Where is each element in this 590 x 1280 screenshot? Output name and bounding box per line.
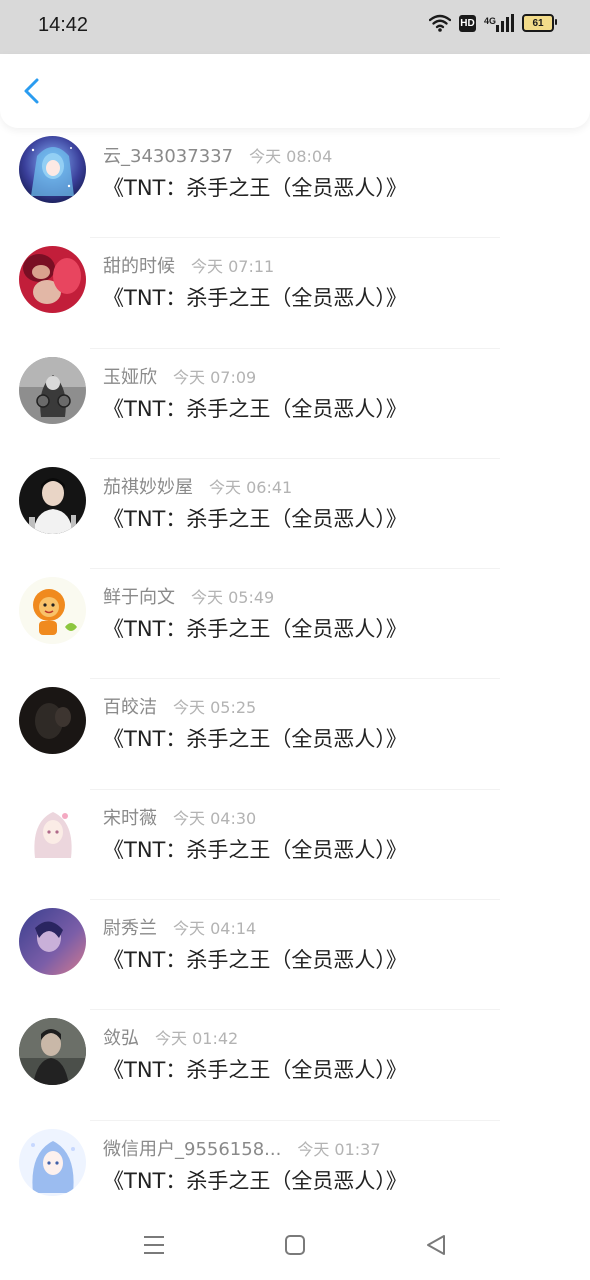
avatar[interactable]: [19, 136, 86, 203]
home-button[interactable]: [280, 1230, 310, 1260]
comment-text: 《TNT：杀手之王（全员恶人）》: [103, 948, 407, 973]
avatar[interactable]: [19, 246, 86, 314]
user-name[interactable]: 甜的时候: [103, 252, 175, 278]
avatar[interactable]: [19, 908, 86, 976]
user-name[interactable]: 敛弘: [103, 1024, 139, 1050]
comment-list[interactable]: 云_343037337 今天 08:04 《TNT：杀手之王（全员恶人）》 甜的…: [0, 128, 590, 1208]
avatar[interactable]: [19, 797, 86, 865]
timestamp: 今天 01:42: [155, 1029, 239, 1049]
comment-meta: 尉秀兰 今天 04:14: [103, 914, 256, 940]
network-type-label: 4G: [483, 16, 496, 26]
comment-meta: 甜的时候 今天 07:11: [103, 252, 274, 278]
comment-meta: 茄祺妙妙屋 今天 06:41: [103, 473, 292, 499]
comment-text: 《TNT：杀手之王（全员恶人）》: [103, 1168, 407, 1193]
list-item[interactable]: 甜的时候 今天 07:11 《TNT：杀手之王（全员恶人）》: [0, 238, 590, 349]
timestamp: 今天 01:37: [297, 1139, 381, 1159]
home-square-icon: [285, 1235, 305, 1255]
menu-icon: [144, 1236, 164, 1254]
back-triangle-icon: [427, 1235, 445, 1255]
comment-meta: 微信用户_9556158... 今天 01:37: [103, 1135, 381, 1161]
timestamp: 今天 08:04: [249, 147, 333, 166]
comment-text: 《TNT：杀手之王（全员恶人）》: [103, 286, 407, 311]
signal-bars-icon: [496, 14, 514, 32]
avatar[interactable]: [19, 1128, 86, 1196]
back-button[interactable]: [16, 74, 50, 108]
list-item[interactable]: 尉秀兰 今天 04:14 《TNT：杀手之王（全员恶人）》: [0, 900, 590, 1011]
status-icons: HD 4G 61: [428, 14, 557, 32]
timestamp: 今天 06:41: [209, 477, 293, 497]
comment-text: 《TNT：杀手之王（全员恶人）》: [103, 617, 407, 642]
avatar[interactable]: [19, 577, 86, 645]
avatar[interactable]: [19, 687, 86, 755]
header-bar: [0, 54, 590, 128]
list-item[interactable]: 鲜于向文 今天 05:49 《TNT：杀手之王（全员恶人）》: [0, 569, 590, 680]
chevron-left-icon: [24, 78, 39, 104]
timestamp: 今天 05:25: [173, 698, 257, 718]
comment-meta: 云_343037337 今天 08:04: [103, 142, 332, 168]
user-name[interactable]: 微信用户_9556158...: [103, 1135, 281, 1161]
user-name[interactable]: 宋时薇: [103, 804, 157, 830]
avatar[interactable]: [19, 466, 86, 534]
battery-icon: 61: [522, 14, 557, 32]
comment-meta: 玉娅欣 今天 07:09: [103, 363, 256, 389]
user-name[interactable]: 茄祺妙妙屋: [103, 473, 193, 499]
comment-meta: 宋时薇 今天 04:30: [103, 804, 256, 830]
timestamp: 今天 05:49: [191, 588, 275, 608]
user-name[interactable]: 玉娅欣: [103, 363, 157, 389]
avatar[interactable]: [19, 356, 86, 424]
list-item[interactable]: 宋时薇 今天 04:30 《TNT：杀手之王（全员恶人）》: [0, 790, 590, 901]
comment-text: 《TNT：杀手之王（全员恶人）》: [103, 506, 407, 531]
avatar[interactable]: [19, 1018, 86, 1086]
user-name[interactable]: 百皎洁: [103, 693, 157, 719]
comment-meta: 百皎洁 今天 05:25: [103, 693, 256, 719]
user-name[interactable]: 云_343037337: [103, 142, 233, 168]
list-item[interactable]: 云_343037337 今天 08:04 《TNT：杀手之王（全员恶人）》: [0, 128, 590, 239]
list-item[interactable]: 微信用户_9556158... 今天 01:37 《TNT：杀手之王（全员恶人）…: [0, 1121, 590, 1208]
comment-text: 《TNT：杀手之王（全员恶人）》: [103, 176, 407, 200]
comment-meta: 敛弘 今天 01:42: [103, 1024, 238, 1050]
list-item[interactable]: 茄祺妙妙屋 今天 06:41 《TNT：杀手之王（全员恶人）》: [0, 459, 590, 570]
list-item[interactable]: 玉娅欣 今天 07:09 《TNT：杀手之王（全员恶人）》: [0, 349, 590, 459]
menu-button[interactable]: [139, 1230, 169, 1260]
timestamp: 今天 04:30: [173, 808, 257, 828]
timestamp: 今天 07:11: [191, 257, 275, 277]
timestamp: 今天 07:09: [173, 367, 257, 387]
timestamp: 今天 04:14: [173, 919, 257, 939]
list-item[interactable]: 敛弘 今天 01:42 《TNT：杀手之王（全员恶人）》: [0, 1010, 590, 1121]
user-name[interactable]: 尉秀兰: [103, 914, 157, 940]
status-bar: 14:42 HD 4G 61: [0, 0, 590, 54]
wifi-icon: [428, 14, 451, 32]
comment-text: 《TNT：杀手之王（全员恶人）》: [103, 396, 407, 421]
comment-text: 《TNT：杀手之王（全员恶人）》: [103, 727, 407, 752]
cell-signal: 4G: [484, 14, 514, 32]
status-time: 14:42: [38, 14, 89, 36]
hd-badge: HD: [458, 14, 476, 32]
user-name[interactable]: 鲜于向文: [103, 583, 175, 609]
system-nav-bar: [0, 1208, 590, 1280]
system-back-button[interactable]: [421, 1230, 451, 1260]
comment-text: 《TNT：杀手之王（全员恶人）》: [103, 1058, 407, 1083]
comment-text: 《TNT：杀手之王（全员恶人）》: [103, 837, 407, 862]
list-item[interactable]: 百皎洁 今天 05:25 《TNT：杀手之王（全员恶人）》: [0, 679, 590, 790]
comment-meta: 鲜于向文 今天 05:49: [103, 583, 274, 609]
